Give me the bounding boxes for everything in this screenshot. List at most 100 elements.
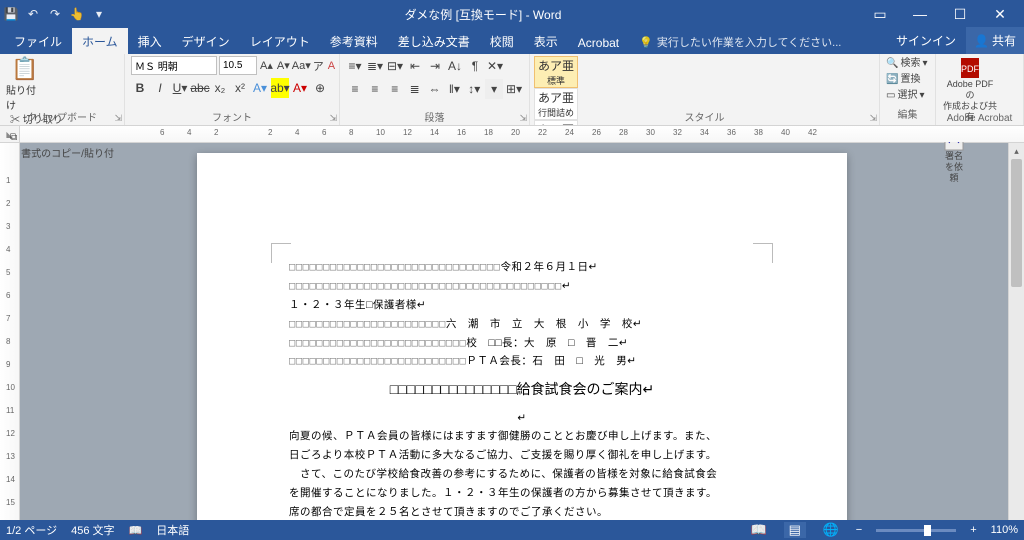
borders-button[interactable]: ⊞▾	[505, 79, 523, 99]
distribute-button[interactable]: ⇔	[426, 79, 444, 99]
touch-icon[interactable]: 👆	[70, 7, 84, 21]
signin-button[interactable]: サインイン	[886, 27, 966, 54]
window-title: ダメな例 [互換モード] - Word	[106, 6, 860, 23]
format-painter-button[interactable]: ✒ 書式のコピー/貼り付け	[10, 146, 118, 180]
save-icon[interactable]: 💾	[4, 7, 18, 21]
style-normal[interactable]: あア亜標準	[534, 56, 578, 88]
tab-design[interactable]: デザイン	[172, 28, 240, 54]
change-case-button[interactable]: Aa▾	[293, 56, 310, 75]
zoom-in-button[interactable]: +	[970, 524, 976, 536]
select-button[interactable]: ▭選択▾	[886, 88, 929, 104]
bold-button[interactable]: B	[131, 78, 149, 98]
ribbon-options-icon[interactable]: ▭	[860, 0, 900, 28]
align-dist-button[interactable]: ✕▾	[486, 56, 504, 76]
horizontal-ruler[interactable]: 6422468101214161820222426283032343638404…	[20, 126, 1024, 142]
subscript-button[interactable]: x₂	[211, 78, 229, 98]
document-body[interactable]: □□□□□□□□□□□□□□□□□□□□□□□□□□□□□□□令和２年６月１日↵…	[289, 258, 755, 522]
text-effects-button[interactable]: A▾	[251, 78, 269, 98]
paste-button[interactable]: 📋 貼り付け	[6, 56, 44, 112]
clipboard-launcher-icon[interactable]: ⇲	[114, 113, 122, 124]
strike-button[interactable]: abc	[191, 78, 209, 98]
highlight-button[interactable]: ab▾	[271, 78, 289, 98]
minimize-button[interactable]: —	[900, 0, 940, 28]
bullets-button[interactable]: ≡▾	[346, 56, 364, 76]
maximize-button[interactable]: ☐	[940, 0, 980, 28]
tab-layout[interactable]: レイアウト	[240, 28, 320, 54]
tab-acrobat[interactable]: Acrobat	[568, 31, 629, 54]
close-button[interactable]: ✕	[980, 0, 1020, 28]
pdf-icon: PDF	[959, 57, 981, 79]
align-right-button[interactable]: ≡	[386, 79, 404, 99]
group-clipboard: 📋 貼り付け ✂ 切り取り ⧉ コピー ✒ 書式のコピー/貼り付け クリップボー…	[0, 54, 125, 125]
show-marks-button[interactable]: ¶	[466, 56, 484, 76]
copy-icon: ⧉	[10, 132, 17, 143]
group-editing: 🔍検索▾ 🔄置換 ▭選択▾ 編集	[880, 54, 936, 125]
group-acrobat: PDF Adobe PDF の 作成および共有 署名 を依頼 Adobe Acr…	[936, 54, 1024, 125]
align-center-button[interactable]: ≡	[366, 79, 384, 99]
shading-button[interactable]: ▾	[485, 79, 503, 99]
font-size-combo[interactable]	[219, 56, 257, 75]
clear-format-button[interactable]: A	[327, 56, 336, 75]
para-launcher-icon[interactable]: ⇲	[519, 113, 527, 124]
font-name-combo[interactable]	[131, 56, 217, 75]
status-words[interactable]: 456 文字	[71, 522, 114, 538]
tell-me-input[interactable]: 💡実行したい作業を入力してください...	[629, 29, 851, 54]
phonetic-button[interactable]: ア	[312, 56, 325, 75]
decrease-indent-button[interactable]: ⇤	[406, 56, 424, 76]
find-button[interactable]: 🔍検索▾	[886, 56, 929, 72]
enclose-button[interactable]: ⊕	[311, 78, 329, 98]
status-language[interactable]: 日本語	[156, 522, 189, 538]
group-font: A▴ A▾ Aa▾ ア A B I U▾ abc x₂ x² A▾ ab▾ A▾…	[125, 54, 340, 125]
zoom-slider[interactable]	[876, 529, 956, 532]
shrink-font-button[interactable]: A▾	[276, 56, 291, 75]
tab-review[interactable]: 校閲	[480, 28, 524, 54]
vertical-ruler[interactable]: 12345678910111213141516	[0, 143, 20, 526]
view-web-button[interactable]: 🌐	[820, 522, 842, 538]
scroll-thumb[interactable]	[1011, 159, 1022, 287]
tab-home[interactable]: ホーム	[72, 28, 128, 54]
tab-insert[interactable]: 挿入	[128, 28, 172, 54]
styles-launcher-icon[interactable]: ⇲	[869, 113, 877, 124]
zoom-out-button[interactable]: −	[856, 524, 862, 536]
superscript-button[interactable]: x²	[231, 78, 249, 98]
tab-view[interactable]: 表示	[524, 28, 568, 54]
scroll-up-icon[interactable]: ▴	[1009, 143, 1024, 159]
status-page[interactable]: 1/2 ページ	[6, 522, 57, 538]
underline-button[interactable]: U▾	[171, 78, 189, 98]
sort-button[interactable]: A↓	[446, 56, 464, 76]
status-proof-icon[interactable]: 📖	[129, 524, 143, 537]
replace-button[interactable]: 🔄置換	[886, 72, 929, 88]
tab-references[interactable]: 参考資料	[320, 28, 388, 54]
numbering-button[interactable]: ≣▾	[366, 56, 384, 76]
svg-text:PDF: PDF	[961, 64, 980, 74]
font-launcher-icon[interactable]: ⇲	[329, 113, 337, 124]
font-color-button[interactable]: A▾	[291, 78, 309, 98]
spacing-button[interactable]: ‖▾	[445, 79, 463, 99]
select-icon: ▭	[886, 88, 895, 104]
zoom-level[interactable]: 110%	[991, 524, 1018, 536]
group-paragraph: ≡▾ ≣▾ ⊟▾ ⇤ ⇥ A↓ ¶ ✕▾ ≡ ≡ ≡ ≣ ⇔ ‖▾ ↕▾ ▾ ⊞…	[340, 54, 530, 125]
search-icon: 🔍	[886, 56, 898, 72]
redo-icon[interactable]: ↷	[48, 7, 62, 21]
document-page[interactable]: □□□□□□□□□□□□□□□□□□□□□□□□□□□□□□□令和２年６月１日↵…	[197, 153, 847, 526]
multilevel-button[interactable]: ⊟▾	[386, 56, 404, 76]
share-button[interactable]: 👤共有	[966, 27, 1024, 54]
view-read-button[interactable]: 📖	[748, 522, 770, 538]
tab-file[interactable]: ファイル	[4, 28, 72, 54]
paste-icon: 📋	[11, 56, 38, 82]
align-left-button[interactable]: ≡	[346, 79, 364, 99]
qat-more-icon[interactable]: ▾	[92, 7, 106, 21]
margin-marker-tr	[753, 243, 773, 263]
increase-indent-button[interactable]: ⇥	[426, 56, 444, 76]
italic-button[interactable]: I	[151, 78, 169, 98]
vertical-scrollbar[interactable]: ▴ ▾	[1008, 143, 1024, 520]
grow-font-button[interactable]: A▴	[259, 56, 274, 75]
replace-icon: 🔄	[886, 72, 898, 88]
undo-icon[interactable]: ↶	[26, 7, 40, 21]
margin-marker-tl	[271, 243, 291, 263]
line-spacing-button[interactable]: ↕▾	[465, 79, 483, 99]
view-print-button[interactable]: ▤	[784, 522, 806, 538]
tab-mailings[interactable]: 差し込み文書	[388, 28, 480, 54]
align-justify-button[interactable]: ≣	[406, 79, 424, 99]
bulb-icon: 💡	[639, 36, 653, 49]
